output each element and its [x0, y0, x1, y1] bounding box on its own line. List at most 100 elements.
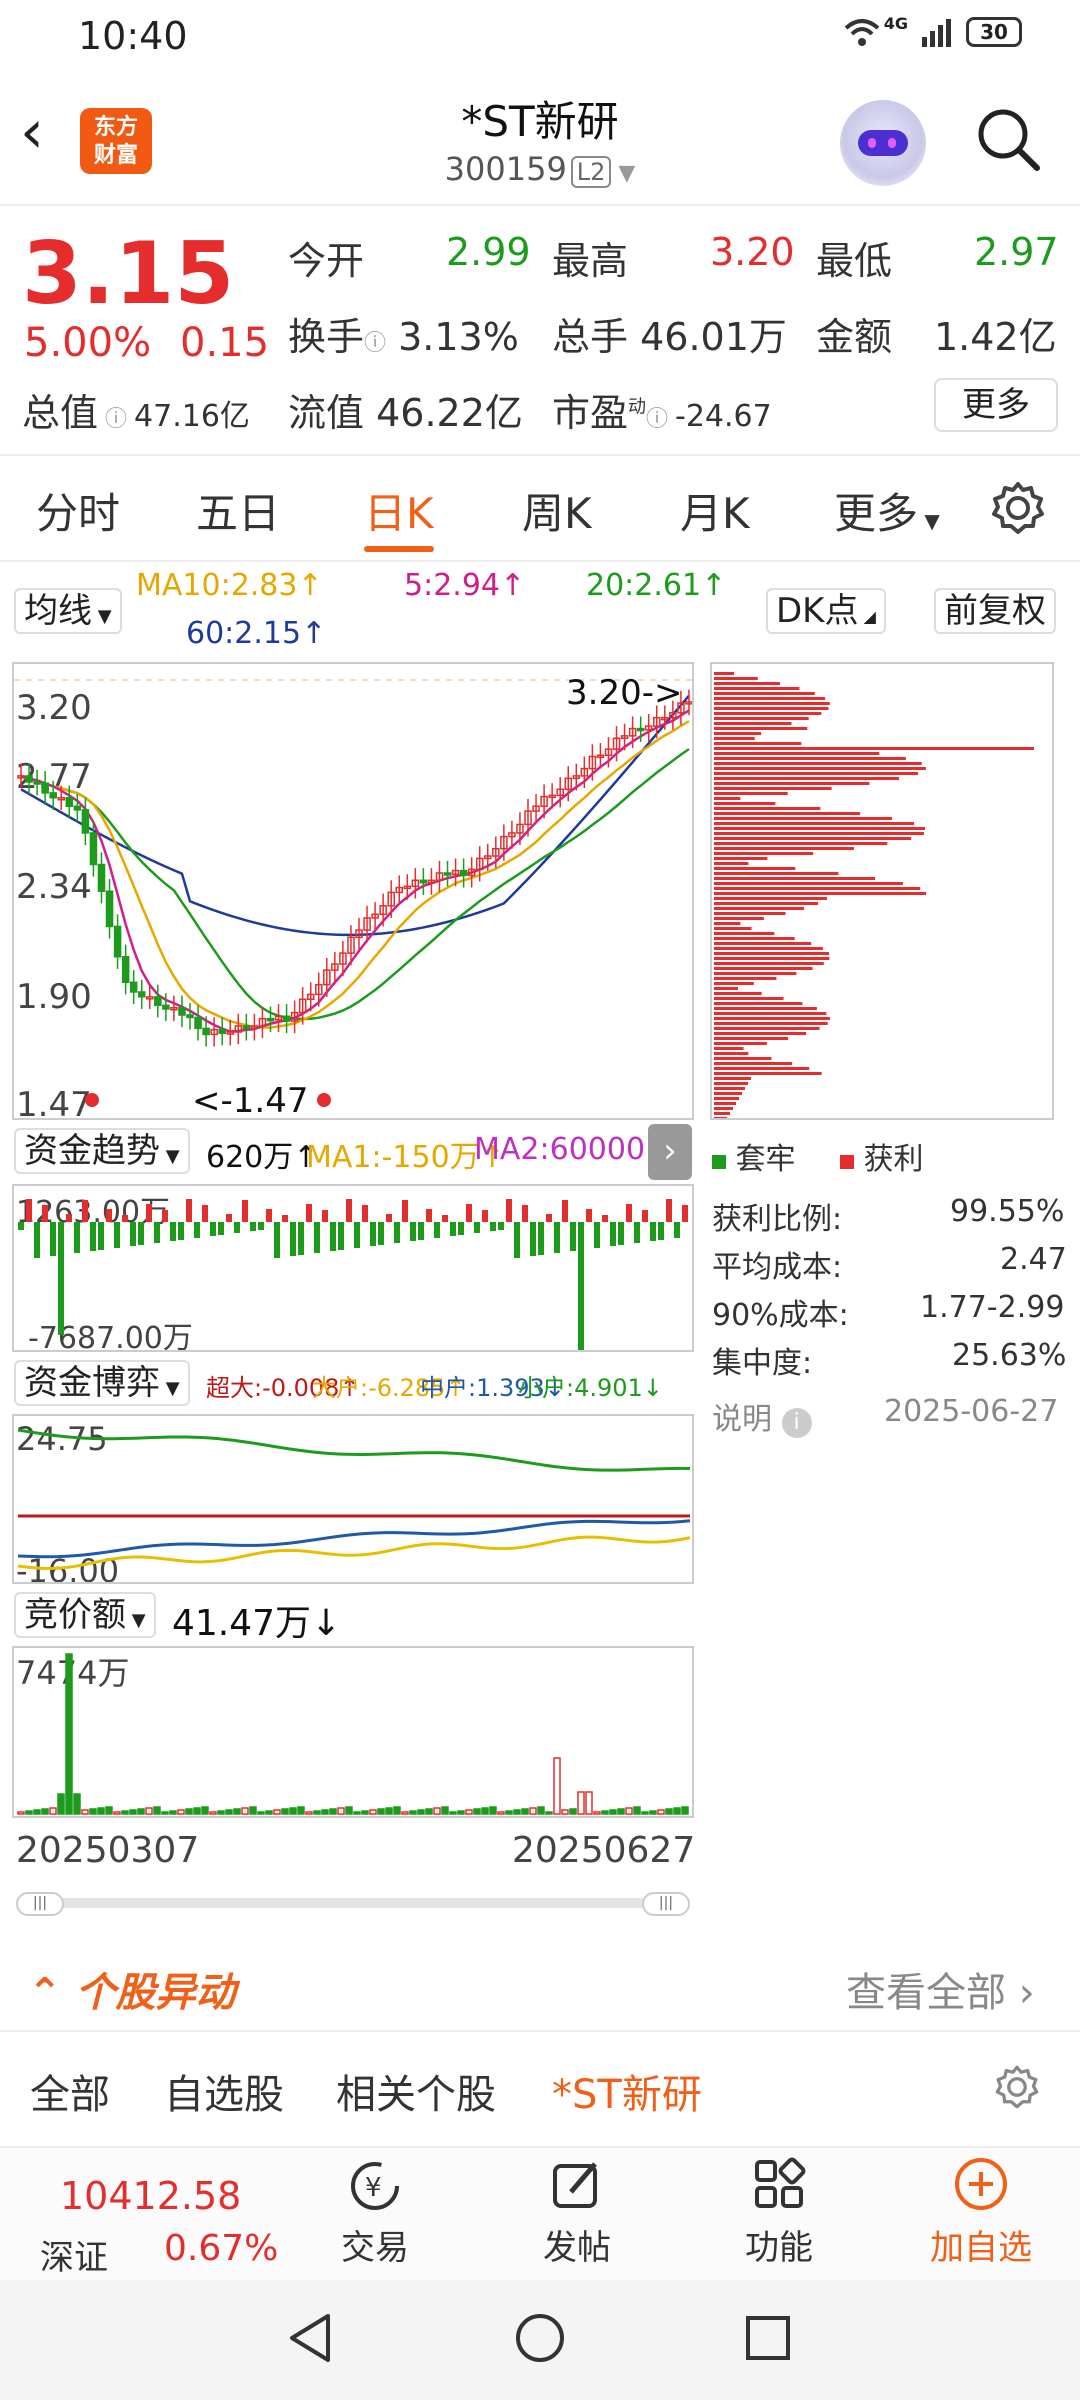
system-back-icon[interactable]: [284, 2310, 334, 2366]
fund-bar: [338, 1222, 344, 1250]
fund-game-selector[interactable]: 资金博弈 ▼: [14, 1360, 190, 1406]
auction-bar: [481, 1807, 489, 1815]
index-value[interactable]: 10412.58: [60, 2174, 241, 2218]
chip-bar: [714, 797, 741, 800]
fund-bottom-label: -7687.00万: [28, 1321, 193, 1352]
chip-bar: [714, 887, 921, 890]
fund-bar: [226, 1214, 232, 1222]
chip-bar: [714, 732, 762, 735]
more-button[interactable]: 更多: [934, 378, 1058, 432]
system-recents-icon[interactable]: [744, 2314, 792, 2362]
chip-bar: [714, 857, 768, 860]
chip-distribution-chart[interactable]: [710, 662, 1054, 1120]
tab-intraday[interactable]: 分时: [36, 480, 120, 541]
assistant-robot-icon[interactable]: [840, 100, 926, 186]
auction-bar: [25, 1810, 33, 1815]
filter-all[interactable]: 全部: [30, 2062, 110, 2120]
tab-five-day[interactable]: 五日: [196, 480, 280, 541]
fund-bar: [466, 1204, 472, 1222]
auction-bar: [385, 1807, 393, 1815]
chip-bar: [714, 762, 922, 765]
fund-bar: [546, 1214, 552, 1222]
tab-more[interactable]: 更多 ▼: [834, 480, 940, 541]
expand-arrow-button[interactable]: ›: [648, 1124, 692, 1180]
settings-gear-icon[interactable]: [990, 480, 1046, 536]
fund-bar: [58, 1222, 64, 1335]
index-percent[interactable]: 0.67%: [164, 2228, 278, 2269]
nav-function[interactable]: 功能: [714, 2156, 844, 2269]
auction-bar: [505, 1810, 513, 1815]
adjust-mode-button[interactable]: 前复权: [934, 588, 1056, 634]
index-name[interactable]: 深证: [40, 2230, 108, 2279]
low-value: 2.97: [974, 230, 1059, 274]
auction-bar: [49, 1807, 57, 1815]
chip-bar: [714, 672, 734, 675]
auction-bar: [345, 1806, 353, 1815]
y-label-3.20: 3.20: [16, 688, 92, 728]
chip-bar: [714, 682, 781, 685]
tab-monthly-k[interactable]: 月K: [680, 480, 750, 541]
range-track[interactable]: [16, 1898, 690, 1908]
filter-settings-icon[interactable]: [994, 2064, 1040, 2110]
auction-bar: [273, 1809, 281, 1815]
range-handle-left[interactable]: |||: [16, 1892, 64, 1916]
auction-selector[interactable]: 竞价额 ▼: [14, 1592, 156, 1638]
filter-this-stock[interactable]: *ST新研: [552, 2062, 702, 2120]
ma-selector[interactable]: 均线 ▼: [14, 588, 122, 634]
chip-bar: [714, 717, 809, 720]
kline-candle: [137, 991, 146, 998]
auction-bar: [641, 1811, 649, 1815]
kline-candle: [459, 869, 468, 877]
auction-chart[interactable]: 7474万: [12, 1646, 694, 1818]
fund-trend-chart[interactable]: 1263.00万 -7687.00万: [12, 1184, 694, 1352]
chip-bar: [714, 1087, 745, 1090]
filter-watchlist[interactable]: 自选股: [164, 2062, 284, 2120]
range-handle-right[interactable]: |||: [642, 1892, 690, 1916]
auction-bar: [545, 1811, 553, 1815]
kline-candle: [218, 1028, 226, 1034]
fund-bar: [506, 1199, 512, 1222]
fund-bar: [674, 1222, 680, 1238]
mcap-value: 47.16亿: [134, 399, 250, 434]
fund-game-chart[interactable]: 24.75 -16.00: [12, 1414, 694, 1584]
chip-bar: [714, 922, 741, 925]
chip-bar: [714, 677, 758, 680]
ma20-line: [20, 748, 690, 1021]
view-all-link[interactable]: 查看全部 ›: [846, 1960, 1035, 2018]
auction-bar: [217, 1810, 225, 1815]
filter-related[interactable]: 相关个股: [336, 2062, 496, 2120]
fund-bar: [458, 1222, 464, 1235]
search-icon[interactable]: [975, 106, 1041, 172]
ma60-line: [20, 694, 690, 937]
kline-candle: [73, 805, 82, 811]
fund-bar: [578, 1222, 584, 1350]
auction-bar: [401, 1811, 409, 1815]
nav-trade[interactable]: ¥ 交易: [310, 2156, 440, 2269]
nav-post[interactable]: 发帖: [512, 2156, 642, 2269]
auction-bar: [449, 1811, 457, 1815]
dk-point-button[interactable]: DK点 ◢: [766, 588, 886, 634]
ma5-label: 5:2.94↑: [404, 568, 526, 603]
tab-daily-k[interactable]: 日K: [364, 480, 434, 541]
chip-bar: [714, 727, 808, 730]
auction-bar: [113, 1811, 121, 1815]
tab-weekly-k[interactable]: 周K: [522, 480, 592, 541]
fund-bar: [514, 1222, 520, 1258]
auction-bar: [665, 1808, 673, 1815]
auction-bar: [369, 1809, 377, 1815]
fund-bar: [634, 1222, 640, 1243]
chip-bar: [714, 687, 800, 690]
kline-chart[interactable]: 3.20 2.77 2.34 1.90 1.47 3.20-> <-1.47: [12, 662, 694, 1120]
chip-bar: [714, 1072, 822, 1075]
system-home-icon[interactable]: [514, 2312, 566, 2364]
chip-bar: [714, 967, 813, 970]
chip-bar: [714, 807, 821, 810]
chip-bar: [714, 932, 775, 935]
stock-header: ‹ 东方 财富 *ST新研 300159 L2 ▼: [0, 72, 1080, 206]
nav-add-watchlist[interactable]: 加自选: [916, 2156, 1046, 2269]
explain-link[interactable]: 说明 i: [712, 1394, 812, 1438]
fund-trend-selector[interactable]: 资金趋势 ▼: [14, 1128, 190, 1174]
chip-bar: [714, 1012, 827, 1015]
fund-bar: [242, 1200, 248, 1222]
chip-bar: [714, 1022, 828, 1025]
